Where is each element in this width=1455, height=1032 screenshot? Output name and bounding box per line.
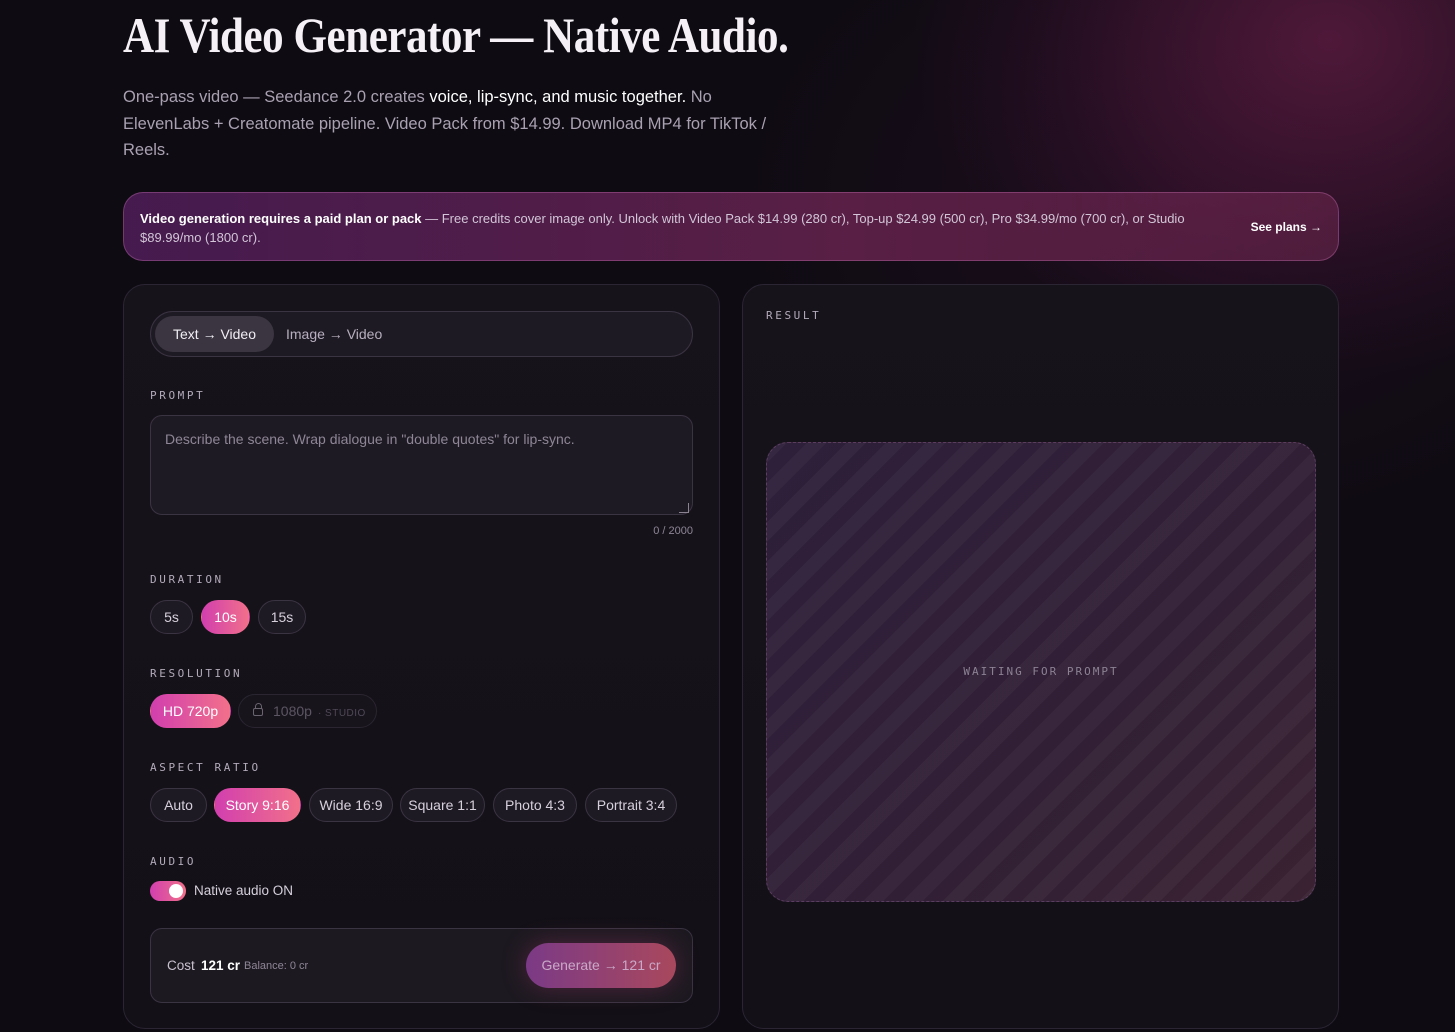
result-panel: RESULT WAITING FOR PROMPT (742, 284, 1339, 1029)
duration-5s-chip[interactable]: 5s (150, 600, 193, 634)
cost-label: Cost (167, 958, 195, 973)
toggle-knob (169, 884, 183, 898)
subtitle-text: One-pass video — Seedance 2.0 creates (123, 88, 430, 106)
resolution-720p-chip[interactable]: HD 720p (150, 694, 231, 728)
native-audio-toggle[interactable] (150, 881, 186, 901)
aspect-square-chip[interactable]: Square 1:1 (400, 788, 485, 822)
cost-bar: Cost 121 cr Balance: 0 cr Generate → 121… (150, 928, 693, 1003)
aspect-ratio-label: ASPECT RATIO (150, 761, 261, 774)
studio-tier-badge: · STUDIO (317, 708, 366, 719)
duration-label: DURATION (150, 573, 224, 586)
generate-button[interactable]: Generate → 121 cr (526, 943, 676, 988)
resize-handle-icon[interactable] (679, 503, 689, 513)
video-preview-placeholder: WAITING FOR PROMPT (766, 442, 1316, 902)
duration-15s-chip[interactable]: 15s (258, 600, 306, 634)
banner-bold: Video generation requires a paid plan or… (140, 211, 422, 226)
resolution-label: RESOLUTION (150, 667, 243, 680)
cost-value: 121 cr (201, 958, 241, 973)
prompt-char-counter: 0 / 2000 (653, 525, 693, 537)
mode-tabs: Text → Video Image → Video (150, 311, 693, 357)
page-title: AI Video Generator — Native Audio. (123, 7, 789, 63)
duration-10s-chip[interactable]: 10s (201, 600, 250, 634)
prompt-label: PROMPT (150, 389, 206, 402)
aspect-photo-chip[interactable]: Photo 4:3 (493, 788, 577, 822)
tab-text-to-video[interactable]: Text → Video (155, 316, 275, 352)
native-audio-label: Native audio ON (194, 883, 294, 898)
aspect-wide-chip[interactable]: Wide 16:9 (309, 788, 393, 822)
aspect-portrait-chip[interactable]: Portrait 3:4 (585, 788, 677, 822)
waiting-status: WAITING FOR PROMPT (963, 665, 1119, 678)
page-subtitle: One-pass video — Seedance 2.0 creates vo… (123, 84, 773, 164)
resolution-1080p-chip[interactable]: 1080p · STUDIO (238, 694, 377, 728)
lock-icon (253, 703, 263, 716)
see-plans-link[interactable]: See plans → (1251, 218, 1322, 237)
generator-form-panel: Text → Video Image → Video PROMPT 0 / 20… (123, 284, 720, 1029)
subtitle-highlight: voice, lip-sync, and music together. (429, 88, 687, 106)
balance-text: Balance: 0 cr (244, 960, 309, 972)
aspect-story-chip[interactable]: Story 9:16 (214, 788, 301, 822)
resolution-1080p-label: 1080p (273, 703, 312, 719)
prompt-input[interactable] (150, 415, 693, 515)
paid-plan-banner: Video generation requires a paid plan or… (123, 192, 1339, 261)
audio-label: AUDIO (150, 855, 197, 868)
result-label: RESULT (766, 309, 822, 322)
aspect-auto-chip[interactable]: Auto (150, 788, 207, 822)
tab-image-to-video[interactable]: Image → Video (268, 316, 400, 352)
